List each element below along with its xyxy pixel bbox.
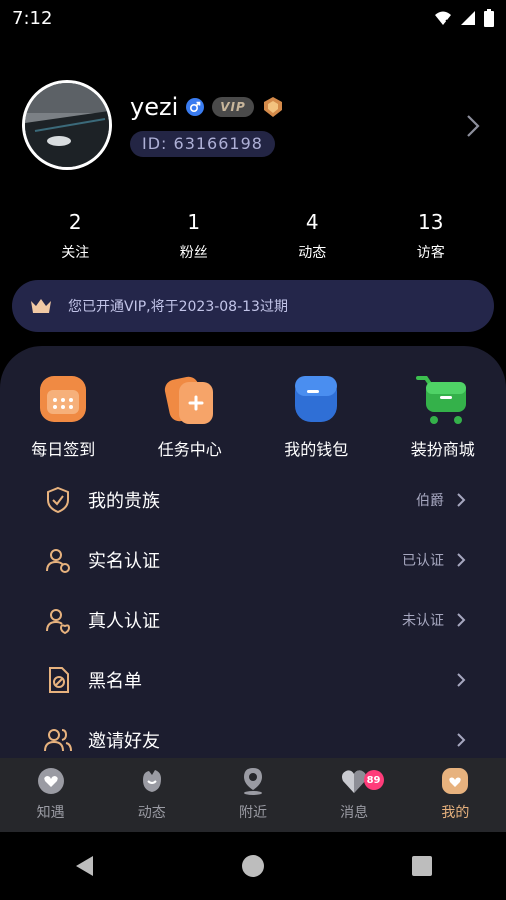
noble-rank-icon — [263, 97, 282, 117]
vip-badge: VIP — [212, 97, 254, 117]
quick-action-label: 每日签到 — [31, 440, 96, 459]
system-nav-bar — [0, 832, 506, 900]
tab-meet[interactable]: 知遇 — [0, 758, 101, 832]
male-gender-icon — [186, 98, 205, 116]
menu-item-real-name-verify[interactable]: 实名认证 已认证 — [0, 530, 506, 590]
tab-label: 附近 — [238, 805, 267, 821]
quick-action-dressup-mall[interactable]: 装扮商城 — [380, 370, 506, 460]
vip-status-banner[interactable]: 您已开通VIP,将于2023-08-13过期 — [12, 280, 494, 332]
stat-posts[interactable]: 4 动态 — [253, 210, 372, 262]
stat-value: 2 — [68, 210, 82, 234]
calendar-icon — [40, 376, 87, 422]
quick-action-task-center[interactable]: 任务中心 — [127, 370, 254, 460]
back-icon[interactable] — [73, 854, 95, 878]
menu-item-label: 邀请好友 — [88, 731, 160, 752]
menu-item-blacklist[interactable]: 黑名单 — [0, 650, 506, 710]
name-row: yezi VIP — [130, 93, 284, 121]
quick-action-label: 任务中心 — [157, 440, 222, 459]
menu-item-status: 未认证 — [402, 613, 444, 629]
crown-icon — [31, 299, 51, 313]
blacklist-icon — [49, 667, 69, 693]
tab-label: 知遇 — [36, 805, 65, 821]
avatar-photo — [25, 83, 109, 167]
status-time: 7:12 — [12, 7, 53, 29]
recents-icon[interactable] — [411, 855, 433, 877]
stat-value: 4 — [305, 210, 319, 234]
tab-messages[interactable]: 89 消息 — [304, 758, 405, 832]
profile-header[interactable]: yezi VIP ID: 63166198 — [22, 80, 284, 170]
bottom-tab-bar: 知遇 动态 附近 89 消息 我的 — [0, 758, 506, 832]
username: yezi — [130, 93, 179, 121]
menu-item-status: 伯爵 — [416, 493, 444, 509]
status-bar: 7:12 — [0, 0, 506, 36]
quick-action-wallet[interactable]: 我的钱包 — [253, 370, 380, 460]
stat-label: 访客 — [416, 245, 445, 261]
stat-value: 13 — [418, 210, 444, 234]
menu-item-face-verify[interactable]: 真人认证 未认证 — [0, 590, 506, 650]
quick-actions: 每日签到 任务中心 我的钱包 装扮商城 — [0, 370, 506, 460]
menu-item-label: 我的贵族 — [88, 491, 160, 512]
id-verify-icon — [46, 549, 70, 573]
stat-visitors[interactable]: 13 访客 — [372, 210, 491, 262]
menu-item-label: 黑名单 — [88, 671, 142, 692]
stat-label: 关注 — [61, 245, 90, 261]
menu-item-nobility[interactable]: 我的贵族 伯爵 — [0, 470, 506, 530]
stat-label: 粉丝 — [179, 245, 208, 261]
quick-action-label: 我的钱包 — [284, 440, 349, 459]
heart-tab-icon — [37, 768, 64, 794]
quick-action-label: 装扮商城 — [410, 440, 475, 459]
wallet-icon — [295, 376, 338, 422]
task-icon — [164, 376, 213, 424]
tab-label: 消息 — [340, 805, 369, 821]
user-id: ID: 63166198 — [130, 131, 275, 157]
settings-menu: 我的贵族 伯爵 实名认证 已认证 真人认证 未认证 黑名单 邀请好友 — [0, 470, 506, 770]
stat-value: 1 — [187, 210, 201, 234]
fist-tab-icon — [142, 770, 161, 792]
tab-moments[interactable]: 动态 — [101, 758, 202, 832]
tab-label: 我的 — [441, 805, 470, 821]
tab-nearby[interactable]: 附近 — [202, 758, 303, 832]
chevron-right-icon — [457, 733, 466, 747]
quick-action-daily-checkin[interactable]: 每日签到 — [0, 370, 127, 460]
profile-tab-icon — [442, 768, 469, 794]
tab-label: 动态 — [137, 805, 166, 821]
tab-mine[interactable]: 我的 — [405, 758, 506, 832]
profile-chevron-right-icon[interactable] — [466, 114, 480, 138]
menu-item-status: 已认证 — [402, 553, 444, 569]
invite-friends-icon — [44, 729, 72, 752]
stats-row: 2 关注 1 粉丝 4 动态 13 访客 — [16, 210, 490, 262]
menu-item-label: 实名认证 — [88, 551, 160, 572]
stat-followers[interactable]: 1 粉丝 — [135, 210, 254, 262]
cart-icon — [415, 376, 466, 424]
stat-label: 动态 — [298, 245, 327, 261]
face-verify-icon — [46, 609, 71, 634]
profile-info: yezi VIP ID: 63166198 — [130, 93, 284, 157]
unread-count-badge: 89 — [363, 770, 384, 790]
noble-shield-icon — [47, 486, 69, 514]
status-icons — [434, 9, 494, 27]
signal-icon — [461, 11, 475, 25]
avatar[interactable] — [22, 80, 112, 170]
chevron-right-icon — [457, 613, 466, 627]
chevron-right-icon — [457, 673, 466, 687]
home-icon[interactable] — [241, 854, 265, 878]
battery-icon — [484, 9, 494, 27]
chevron-right-icon — [457, 553, 466, 567]
location-tab-icon — [243, 768, 262, 795]
menu-item-label: 真人认证 — [88, 611, 160, 632]
stat-following[interactable]: 2 关注 — [16, 210, 135, 262]
chevron-right-icon — [457, 493, 466, 507]
vip-expiry-text: 您已开通VIP,将于2023-08-13过期 — [68, 299, 288, 315]
wifi-icon — [435, 11, 451, 25]
